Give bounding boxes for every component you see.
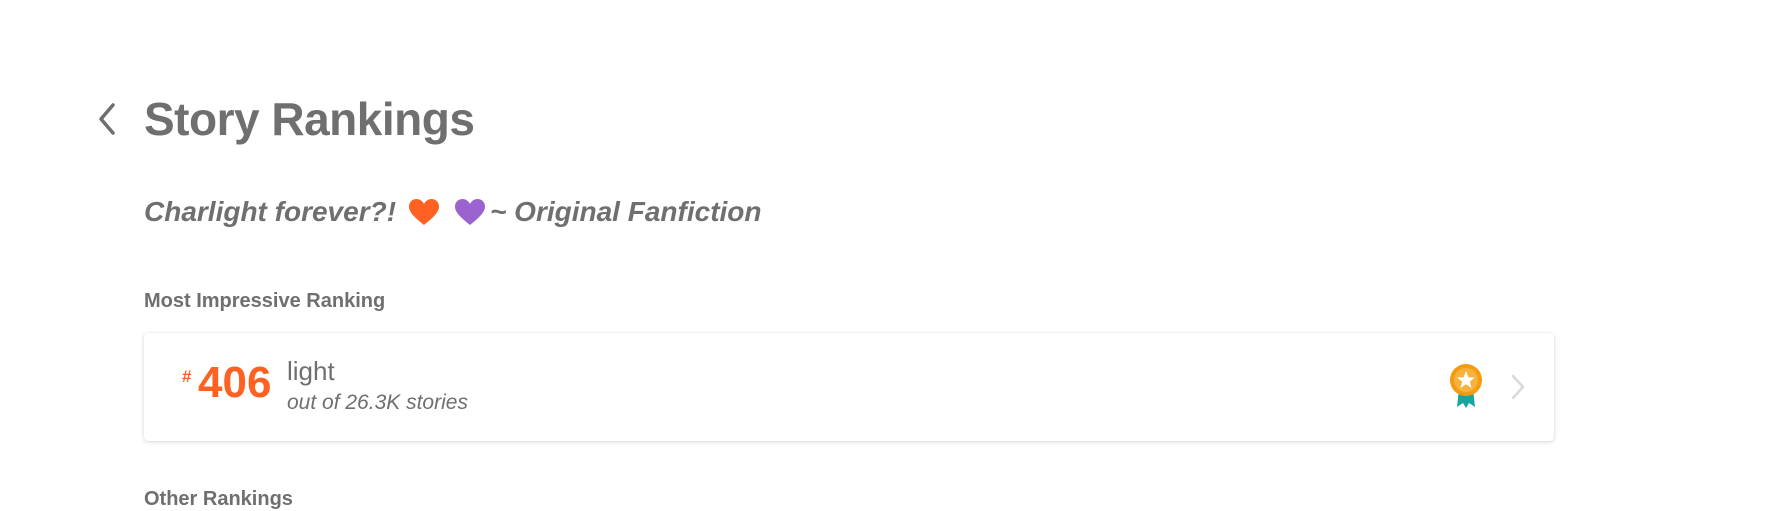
purple-heart-icon [455, 199, 486, 225]
story-title-suffix: ~ Original Fanfiction [490, 196, 762, 227]
most-impressive-label: Most Impressive Ranking [144, 290, 386, 312]
other-rankings-label: Other Rankings [144, 488, 293, 510]
page-header: Story Rankings [92, 92, 475, 146]
story-rankings-page: Story Rankings Charlight forever?! ~ Ori… [0, 0, 1783, 511]
rank-subtitle: out of 26.3K stories [287, 391, 468, 414]
rank-tag: light [287, 356, 335, 386]
orange-heart-icon [409, 199, 440, 225]
back-button[interactable] [92, 93, 122, 145]
rank-hash: # [182, 367, 192, 386]
story-title: Charlight forever?! ~ Original Fanfictio… [144, 196, 762, 228]
rank-number: 406 [198, 358, 272, 407]
award-medal-icon [1450, 364, 1482, 408]
page-title: Story Rankings [144, 93, 475, 145]
chevron-left-icon [99, 103, 115, 135]
story-title-prefix: Charlight forever?! [144, 196, 397, 227]
chevron-right-icon[interactable] [1510, 373, 1526, 401]
ranking-card[interactable]: # 406 light out of 26.3K stories [144, 333, 1554, 441]
